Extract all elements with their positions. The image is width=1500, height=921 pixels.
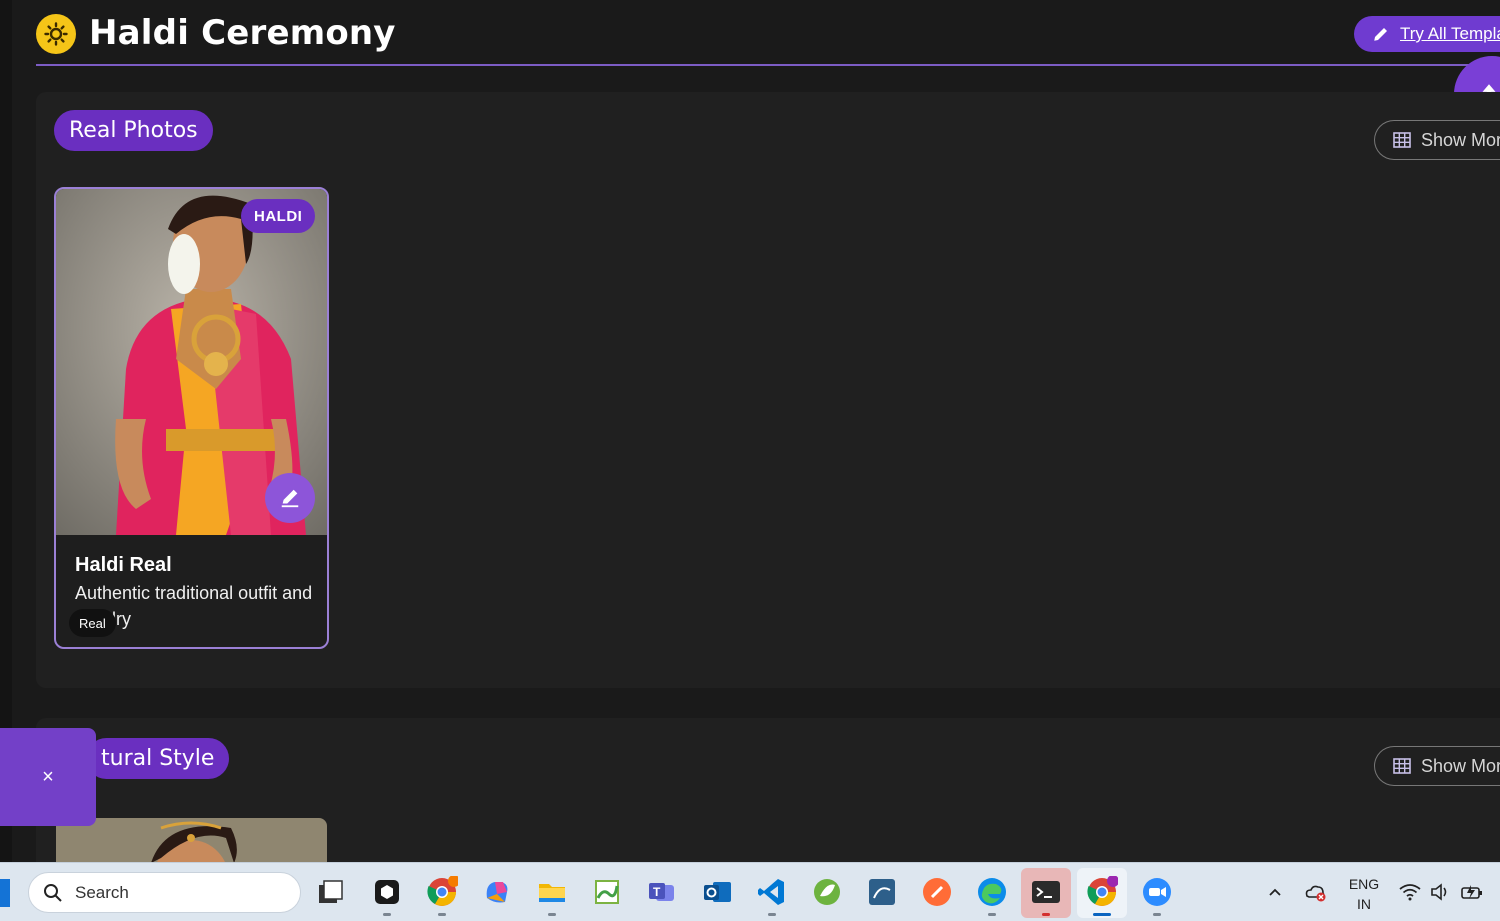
real-tag: Real [69,609,116,637]
running-indicator [438,913,446,916]
language-code: ENG [1348,876,1380,892]
running-indicator [1153,913,1161,916]
running-indicator [383,913,391,916]
notepad-icon[interactable] [590,875,624,909]
taskbar-search-input[interactable]: Search [28,872,301,913]
template-photo: HALDI [56,189,327,535]
pencil-icon [1374,28,1387,41]
vscode-icon[interactable] [755,875,789,909]
show-more-button[interactable]: Show More [1374,120,1500,160]
running-indicator [1042,913,1050,916]
search-placeholder: Search [75,882,129,902]
show-more-label: Show More [1421,129,1500,150]
language-indicator[interactable]: ENG IN [1343,874,1385,914]
region-code: IN [1357,896,1371,912]
running-indicator [1093,913,1111,916]
page-header: Haldi Ceremony Try All Templa [36,0,1500,66]
try-all-templates-label: Try All Templa [1400,24,1500,43]
file-explorer-icon[interactable] [535,875,569,909]
section-title-pill: tural Style [86,738,230,779]
search-icon [44,883,62,902]
template-card[interactable] [56,818,327,862]
svg-text:T: T [653,885,661,899]
show-more-button[interactable]: Show More [1374,746,1500,786]
postman-icon[interactable] [920,875,954,909]
page-title: Haldi Ceremony [89,13,396,53]
copilot-icon[interactable] [480,875,514,909]
chrome-icon[interactable] [425,875,459,909]
onedrive-error-icon[interactable] [1300,875,1330,909]
running-indicator [768,913,776,916]
terminal-icon[interactable] [1029,875,1063,909]
card-title: Haldi Real [75,554,172,576]
task-view-icon[interactable] [313,875,347,909]
try-all-templates-button[interactable]: Try All Templa [1354,16,1500,52]
grid-icon [1393,132,1411,148]
zoom-icon[interactable] [1140,875,1174,909]
sun-logo-icon [36,14,76,54]
volume-icon[interactable] [1426,875,1454,909]
app-window: Haldi Ceremony Try All Templa Real Photo… [0,0,1500,862]
teams-icon[interactable]: T [645,875,679,909]
windows-start-icon[interactable] [0,879,10,907]
mysql-workbench-icon[interactable] [865,875,899,909]
outlook-icon[interactable] [700,875,734,909]
section-title-pill: Real Photos [54,110,213,151]
grid-icon [1393,758,1411,774]
pencil-icon [281,489,299,508]
haldi-badge: HALDI [241,199,316,233]
spring-tools-icon[interactable] [810,875,844,909]
edit-button[interactable] [265,473,315,523]
template-card[interactable]: HALDI Haldi Real Authentic traditional o… [54,187,329,649]
battery-icon[interactable] [1457,875,1487,909]
section-natural-style: tural Style Show More [36,718,1500,862]
section-real-photos: Real Photos Show More [36,92,1500,688]
running-indicator [988,913,996,916]
windows-taskbar: Search T ENG IN [0,862,1500,921]
chrome-profile-icon[interactable] [1085,875,1119,909]
wifi-icon[interactable] [1396,875,1424,909]
edge-icon[interactable] [975,875,1009,909]
close-icon: × [42,765,54,788]
close-panel-button[interactable]: × [0,728,96,826]
app-cube-icon[interactable] [370,875,404,909]
show-more-label: Show More [1421,755,1500,776]
running-indicator [548,913,556,916]
chevron-up-icon[interactable] [1260,875,1290,909]
